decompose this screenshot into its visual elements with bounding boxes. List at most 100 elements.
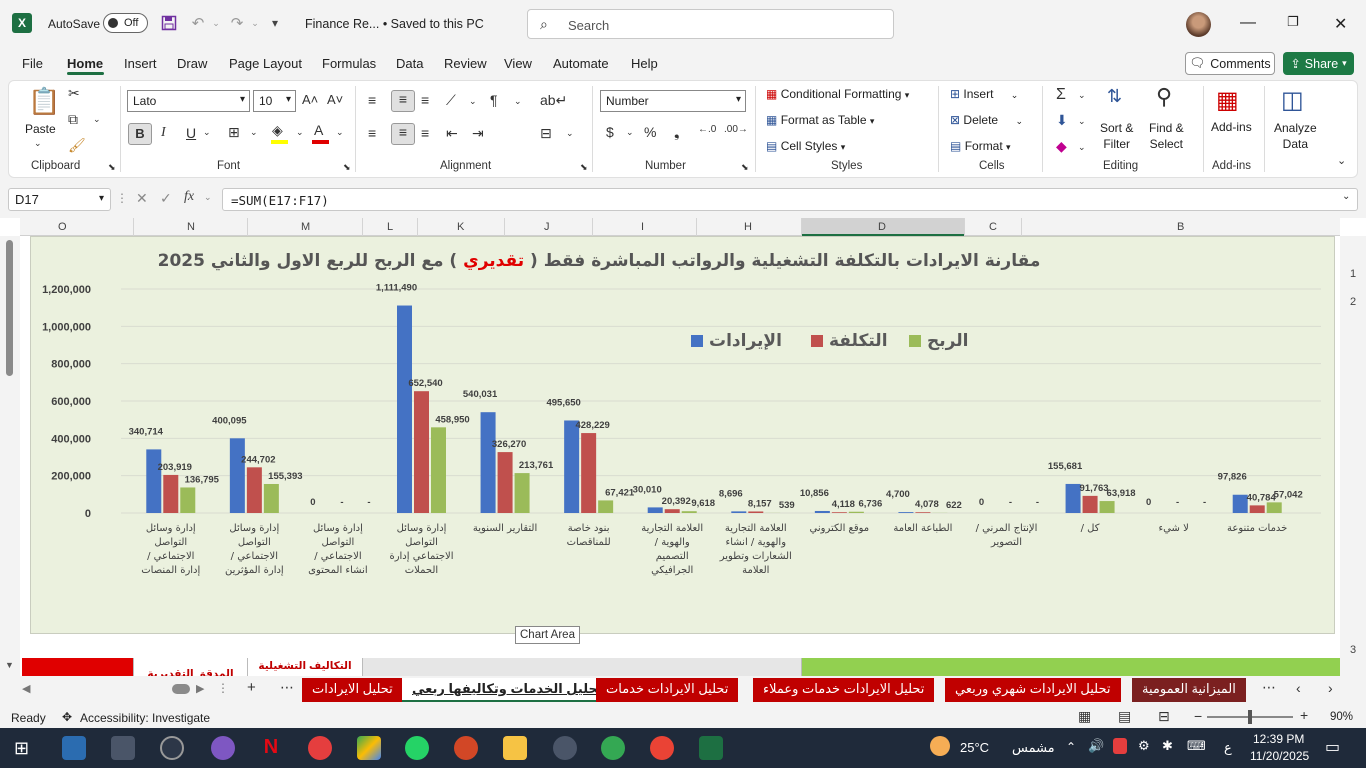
chrome-icon[interactable]: [650, 736, 674, 760]
align-middle-icon[interactable]: ≡: [391, 90, 415, 112]
conditional-formatting-button[interactable]: ▦ Conditional Formatting ▾: [766, 87, 909, 101]
sort-filter-icon[interactable]: ⇅: [1107, 86, 1122, 107]
comments-button[interactable]: 🗨 Comments: [1185, 52, 1275, 75]
merge-center-icon[interactable]: ⊟: [540, 125, 552, 142]
file-explorer-icon[interactable]: [503, 736, 527, 760]
analyze-data-button[interactable]: Analyze Data: [1274, 120, 1317, 152]
search-input[interactable]: ⌕ Search: [527, 9, 894, 39]
align-bottom-icon[interactable]: ≡: [421, 92, 429, 108]
revenue-cost-profit-chart[interactable]: مقارنة الايرادات بالتكلفة التشغيلية والر…: [30, 236, 1335, 634]
addins-icon[interactable]: ▦: [1216, 86, 1239, 115]
scroll-down-icon[interactable]: ▼: [5, 660, 14, 670]
camera-icon[interactable]: [111, 736, 135, 760]
chrome-profile-icon[interactable]: [211, 736, 235, 760]
zoom-level[interactable]: 90%: [1330, 711, 1353, 723]
zoom-out-icon[interactable]: −: [1194, 708, 1202, 724]
menu-page-layout[interactable]: Page Layout: [229, 56, 302, 71]
menu-formulas[interactable]: Formulas: [322, 56, 376, 71]
tab-balance-sheet[interactable]: الميزانية العمومية: [1132, 678, 1246, 702]
sound-icon[interactable]: 🔊: [1088, 738, 1104, 754]
customize-qat-icon[interactable]: ▾: [264, 12, 286, 34]
bluetooth-icon[interactable]: ✱: [1162, 738, 1173, 754]
menu-review[interactable]: Review: [444, 56, 487, 71]
notifications-icon[interactable]: ▭: [1325, 737, 1340, 757]
copy-dropdown-icon[interactable]: ⌄: [93, 114, 101, 125]
keyboard-icon[interactable]: ⌨: [1187, 738, 1206, 754]
tab-revenue-analysis[interactable]: تحليل الايرادات: [302, 678, 403, 702]
number-format-combo[interactable]: Number ▾: [600, 90, 746, 112]
tray-app-icon[interactable]: ⚙: [1138, 738, 1150, 754]
insert-cells-button[interactable]: ⊞ Insert ⌄: [950, 87, 1018, 101]
borders-dropdown-icon[interactable]: ⌄: [250, 127, 258, 138]
menu-home[interactable]: Home: [67, 56, 103, 71]
clear-icon[interactable]: ◆: [1056, 138, 1067, 155]
cell-l3-h3[interactable]: [362, 658, 801, 676]
comma-style-icon[interactable]: ❟: [674, 124, 680, 141]
col-header-o[interactable]: O: [58, 221, 67, 233]
chevron-up-icon[interactable]: ⌃: [1066, 740, 1076, 754]
sort-filter-button[interactable]: Sort & Filter: [1100, 120, 1133, 152]
collapse-ribbon-icon[interactable]: ⌄: [1337, 154, 1346, 167]
merge-dropdown-icon[interactable]: ⌄: [566, 128, 574, 139]
font-size-combo[interactable]: 10 ▾: [253, 90, 296, 112]
menu-data[interactable]: Data: [396, 56, 423, 71]
dialog-launcher-icon[interactable]: ⬊: [108, 162, 116, 173]
underline-dropdown-icon[interactable]: ⌄: [203, 127, 211, 138]
currency-icon[interactable]: $: [606, 124, 614, 140]
more-sheets-icon[interactable]: ⋯: [280, 679, 294, 696]
decrease-font-icon[interactable]: A˅: [327, 92, 343, 107]
clock-time[interactable]: 12:39 PM: [1253, 732, 1304, 746]
col-header-k[interactable]: K: [457, 221, 464, 233]
col-header-b[interactable]: B: [1177, 221, 1184, 233]
delete-cells-button[interactable]: ⊠ Delete ⌄: [950, 113, 1023, 127]
format-painter-icon[interactable]: 🖌: [68, 137, 86, 154]
increase-font-icon[interactable]: A˄: [302, 92, 318, 107]
tab-scroll-left-icon[interactable]: ◀: [22, 682, 30, 695]
orientation-icon[interactable]: ⟋: [446, 92, 456, 109]
orientation-dropdown-icon[interactable]: ⌄: [469, 96, 477, 107]
increase-decimal-icon[interactable]: ←.0: [698, 124, 716, 135]
menu-help[interactable]: Help: [631, 56, 658, 71]
format-as-table-button[interactable]: ▦ Format as Table ▾: [766, 113, 874, 127]
rtl-icon[interactable]: ¶: [490, 92, 498, 108]
cell-n3[interactable]: المدقق التقديرية: [133, 658, 247, 676]
percent-icon[interactable]: %: [644, 124, 656, 140]
borders-icon[interactable]: ⊞: [228, 124, 240, 141]
close-icon[interactable]: ✕: [1334, 14, 1347, 34]
clear-dropdown-icon[interactable]: ⌄: [1078, 142, 1086, 153]
cell-styles-button[interactable]: ▤ Cell Styles ▾: [766, 139, 845, 153]
fill-dropdown-icon[interactable]: ⌄: [296, 127, 304, 138]
cell-o3[interactable]: [22, 658, 133, 676]
format-cells-button[interactable]: ▤ Format ▾: [950, 139, 1011, 153]
row-header-3[interactable]: 3: [1350, 644, 1356, 656]
normal-view-icon[interactable]: ▦: [1078, 708, 1091, 725]
name-box[interactable]: D17 ▾: [8, 188, 111, 211]
rtl-dropdown-icon[interactable]: ⌄: [514, 96, 522, 107]
menu-insert[interactable]: Insert: [124, 56, 157, 71]
excel-icon[interactable]: [699, 736, 723, 760]
row-header-1[interactable]: 1: [1350, 268, 1356, 280]
language-indicator[interactable]: ع: [1224, 740, 1232, 756]
menu-draw[interactable]: Draw: [177, 56, 207, 71]
paste-dropdown-icon[interactable]: ⌄: [34, 138, 42, 149]
undo-dropdown-icon[interactable]: ⌄: [205, 12, 227, 34]
chevron-down-icon[interactable]: ⌄: [204, 192, 212, 203]
menu-view[interactable]: View: [504, 56, 532, 71]
col-header-m[interactable]: M: [301, 221, 310, 233]
add-sheet-icon[interactable]: +: [247, 679, 256, 696]
calculator-icon[interactable]: [62, 736, 86, 760]
clock-date[interactable]: 11/20/2025: [1250, 749, 1309, 763]
app-icon[interactable]: [553, 736, 577, 760]
insert-function-icon[interactable]: fx: [184, 189, 194, 205]
dialog-launcher-icon[interactable]: ⬊: [741, 162, 749, 173]
scrollbar-thumb[interactable]: [6, 240, 13, 376]
currency-dropdown-icon[interactable]: ⌄: [626, 127, 634, 138]
cell-m3[interactable]: التكاليف التشغيلية: [247, 658, 362, 676]
cut-icon[interactable]: ✂: [68, 85, 80, 102]
decrease-decimal-icon[interactable]: .00→: [724, 124, 748, 135]
tab-services-cost-quarterly[interactable]: تحليل الخدمات وتكاليفها ربعي: [402, 678, 613, 702]
formula-input[interactable]: =SUM(E17:F17): [222, 188, 1358, 211]
powerpoint-icon[interactable]: [454, 736, 478, 760]
redo-dropdown-icon[interactable]: ⌄: [244, 12, 266, 34]
fill-color-icon[interactable]: ◈: [272, 122, 283, 139]
